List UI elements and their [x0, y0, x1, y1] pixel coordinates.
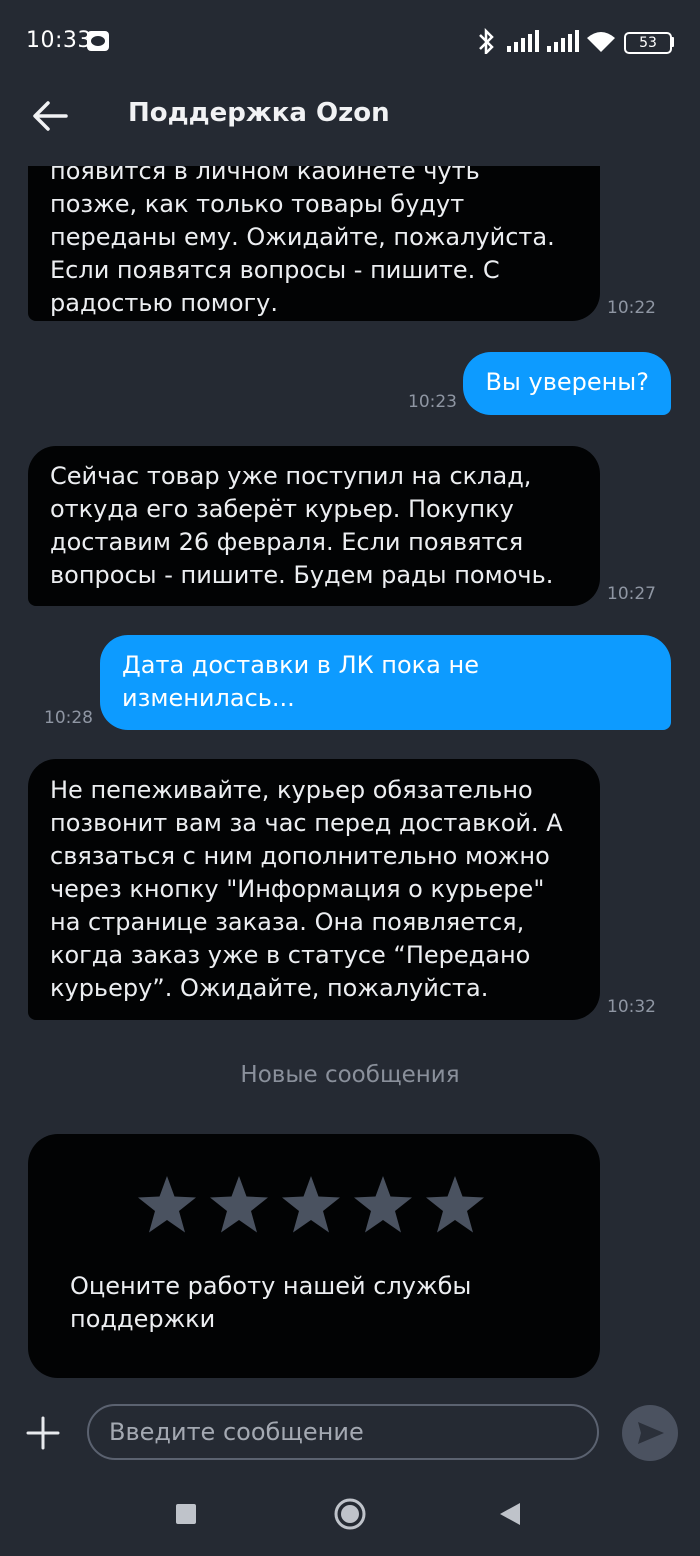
message-line: Сейчас товар уже поступил на склад, [50, 462, 532, 490]
nav-back-button[interactable] [490, 1494, 530, 1534]
message-time: 10:28 [44, 708, 93, 728]
battery-icon: 53 [624, 32, 672, 54]
message-input[interactable] [87, 1404, 599, 1460]
triangle-back-icon [500, 1503, 520, 1525]
rating-stars[interactable] [136, 1174, 486, 1236]
battery-tip [671, 37, 674, 47]
page-title: Поддержка Ozon [128, 98, 390, 128]
nav-recents-button[interactable] [166, 1494, 206, 1534]
rating-prompt-line: поддержки [70, 1305, 216, 1333]
status-time: 10:33 [26, 28, 92, 53]
message-incoming: Не пепеживайте, курьер обязательно позво… [28, 759, 600, 1020]
nav-home-button[interactable] [330, 1494, 370, 1534]
star-icon[interactable] [136, 1174, 198, 1236]
message-incoming: Сейчас товар уже поступил на склад, отку… [28, 446, 600, 606]
message-line: изменилась... [122, 684, 295, 712]
signal-2-icon [547, 30, 579, 52]
message-line: Дата доставки в ЛК пока не [122, 651, 479, 679]
message-line: доставим 26 февраля. Если появятся [50, 528, 524, 556]
message-line: когда заказ уже в статусе “Передано [50, 941, 531, 969]
message-line: Если появятся вопросы - пишите. С [50, 256, 500, 284]
message-line: откуда его заберёт курьер. Покупку [50, 495, 514, 523]
new-messages-separator: Новые сообщения [240, 1062, 460, 1088]
status-bar: 10:33 53 [0, 0, 700, 84]
message-time: 10:27 [607, 584, 656, 604]
star-icon[interactable] [208, 1174, 270, 1236]
message-time: 10:32 [607, 997, 656, 1017]
message-time: 10:23 [408, 392, 457, 412]
message-time: 10:22 [607, 298, 656, 318]
message-line: позвонит вам за час перед доставкой. А [50, 809, 563, 837]
message-line: Не пепеживайте, курьер обязательно [50, 776, 533, 804]
square-icon [176, 1504, 196, 1524]
message-line: позже, как только товары будут [50, 190, 465, 218]
message-line: появится в личном кабинете чуть [50, 166, 480, 185]
message-line: через кнопку "Информация о курьере" [50, 875, 545, 903]
rating-prompt: Оцените работу нашей службы поддержки [70, 1270, 540, 1336]
signal-1-icon [507, 30, 539, 52]
bluetooth-icon [479, 28, 494, 54]
message-outgoing: Дата доставки в ЛК пока не изменилась... [100, 635, 671, 730]
battery-level: 53 [639, 35, 657, 51]
circle-icon [334, 1498, 366, 1530]
message-incoming: появится в личном кабинете чуть позже, к… [28, 166, 600, 321]
star-icon[interactable] [280, 1174, 342, 1236]
rating-card: Оцените работу нашей службы поддержки [28, 1134, 600, 1378]
message-line: связаться с ним дополнительно можно [50, 842, 550, 870]
message-line: вопросы - пишите. Будем рады помочь. [50, 561, 554, 589]
send-icon [638, 1422, 664, 1444]
plus-icon[interactable] [26, 1416, 60, 1450]
send-button[interactable] [622, 1405, 678, 1461]
back-arrow-icon[interactable] [30, 98, 72, 134]
message-line: курьеру”. Ожидайте, пожалуйста. [50, 974, 489, 1002]
chat-area[interactable]: появится в личном кабинете чуть позже, к… [0, 166, 700, 1396]
wifi-icon [587, 32, 615, 52]
message-line: радостью помогу. [50, 289, 278, 317]
rating-prompt-line: Оцените работу нашей службы [70, 1272, 472, 1300]
message-line: Вы уверены? [485, 368, 649, 396]
message-line: переданы ему. Ожидайте, пожалуйста. [50, 223, 555, 251]
star-icon[interactable] [352, 1174, 414, 1236]
message-outgoing: Вы уверены? [463, 352, 671, 415]
star-icon[interactable] [424, 1174, 486, 1236]
message-line: на странице заказа. Она появляется, [50, 908, 525, 936]
notification-icon [87, 31, 109, 51]
